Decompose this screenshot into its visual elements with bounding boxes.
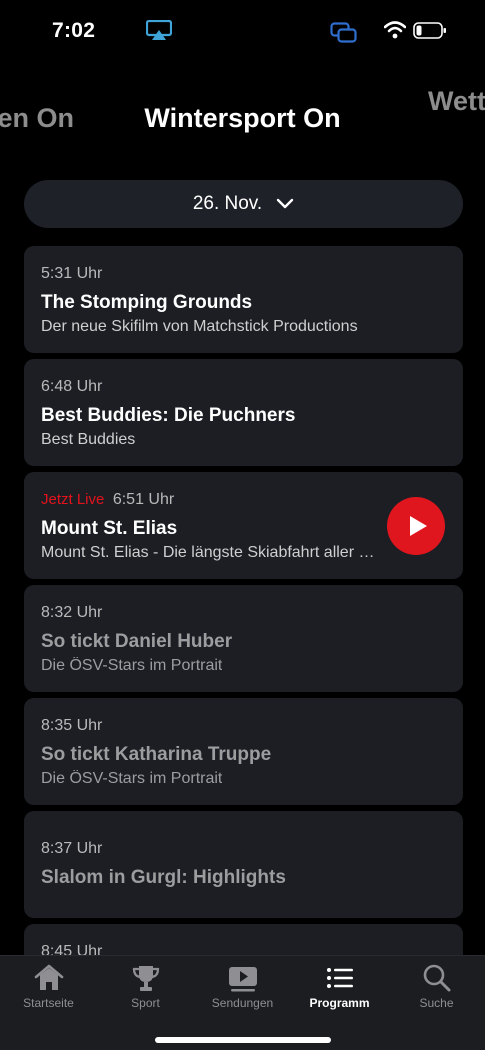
program-time: 8:32 Uhr [41,604,103,621]
trophy-icon [132,966,160,991]
status-time: 7:02 [52,19,96,42]
status-bar: 7:02 [0,0,485,62]
tab-label: Startseite [23,996,74,1010]
tab-label: Sendungen [211,996,274,1010]
program-subtitle: Mount St. Elias - Die längste Skiabfahrt… [41,544,381,561]
magnifier-icon [423,964,451,992]
program-card[interactable]: 8:37 Uhr Slalom in Gurgl: Highlights [24,811,463,918]
tab-label: Programm [309,996,370,1010]
program-time: 5:31 Uhr [41,265,103,282]
program-subtitle: Der neue Skifilm von Matchstick Producti… [41,318,358,335]
program-time: 6:48 Uhr [41,378,103,395]
list-icon [327,968,353,988]
program-time-row: Jetzt Live 6:51 Uhr [41,491,174,509]
program-subtitle: Die ÖSV-Stars im Portrait [41,770,223,787]
date-selector[interactable]: 26. Nov. [24,180,463,228]
screen-mirroring-icon[interactable] [330,22,358,44]
tab-sendungen[interactable]: Sendungen [194,956,291,1018]
program-title: So tickt Katharina Truppe [41,744,272,765]
program-list[interactable]: 5:31 Uhr The Stomping Grounds Der neue S… [24,246,463,956]
channel-tab-next[interactable]: Wett [428,86,485,117]
tab-programm[interactable]: Programm [291,956,388,1018]
program-card[interactable]: 6:48 Uhr Best Buddies: Die Puchners Best… [24,359,463,466]
tab-label: Sport [131,996,160,1010]
program-time: 6:51 Uhr [112,491,175,508]
play-icon [410,516,427,536]
program-title: Slalom in Gurgl: Highlights [41,867,286,888]
program-time: 8:35 Uhr [41,717,103,734]
program-card[interactable]: 8:45 Uhr [24,924,463,956]
tab-startseite[interactable]: Startseite [0,956,97,1018]
program-title: The Stomping Grounds [41,292,253,313]
program-card[interactable]: 8:35 Uhr So tickt Katharina Truppe Die Ö… [24,698,463,805]
program-subtitle: Best Buddies [41,431,136,448]
tab-sport[interactable]: Sport [97,956,194,1018]
program-title: So tickt Daniel Huber [41,631,233,652]
video-play-icon [229,967,257,992]
program-subtitle: Die ÖSV-Stars im Portrait [41,657,223,674]
play-button[interactable] [387,497,445,555]
program-card-live[interactable]: Jetzt Live 6:51 Uhr Mount St. Elias Moun… [24,472,463,579]
date-label: 26. Nov. [192,193,263,214]
chevron-down-icon [276,198,294,209]
tab-suche[interactable]: Suche [388,956,485,1018]
program-title: Mount St. Elias [41,518,178,539]
airplay-icon[interactable] [146,20,172,42]
program-card[interactable]: 5:31 Uhr The Stomping Grounds Der neue S… [24,246,463,353]
wifi-icon [384,21,406,39]
program-card[interactable]: 8:32 Uhr So tickt Daniel Huber Die ÖSV-S… [24,585,463,692]
tab-label: Suche [419,996,454,1010]
channel-tab-active[interactable]: Wintersport On [0,103,485,134]
live-badge: Jetzt Live [41,491,105,508]
program-title: Best Buddies: Die Puchners [41,405,296,426]
home-indicator [155,1037,331,1043]
house-icon [34,964,64,990]
tab-bar: Startseite Sport Sendungen Programm Such… [0,955,485,1050]
channel-tabs: en On Wintersport On Wett [0,84,485,154]
battery-icon [413,22,446,39]
program-time: 8:37 Uhr [41,840,103,857]
